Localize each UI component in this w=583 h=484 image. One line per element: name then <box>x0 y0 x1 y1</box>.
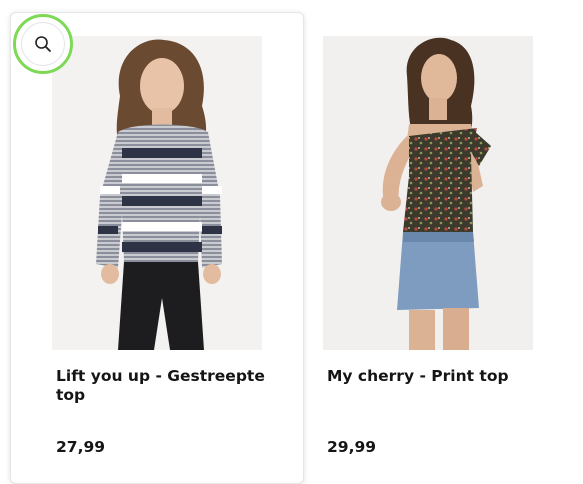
product-image-floral-top[interactable] <box>323 36 533 350</box>
product-title[interactable]: My cherry - Print top <box>327 367 567 386</box>
product-price: 27,99 <box>56 438 106 456</box>
product-image-striped-top[interactable] <box>52 36 262 350</box>
zoom-button[interactable] <box>13 14 73 74</box>
zoom-button-inner[interactable] <box>21 22 65 66</box>
floral-top-photo <box>323 36 533 350</box>
striped-sweater-photo <box>52 36 262 350</box>
product-title[interactable]: Lift you up - Gestreepte top <box>56 367 276 405</box>
product-price: 29,99 <box>327 438 377 456</box>
search-icon <box>35 36 51 52</box>
